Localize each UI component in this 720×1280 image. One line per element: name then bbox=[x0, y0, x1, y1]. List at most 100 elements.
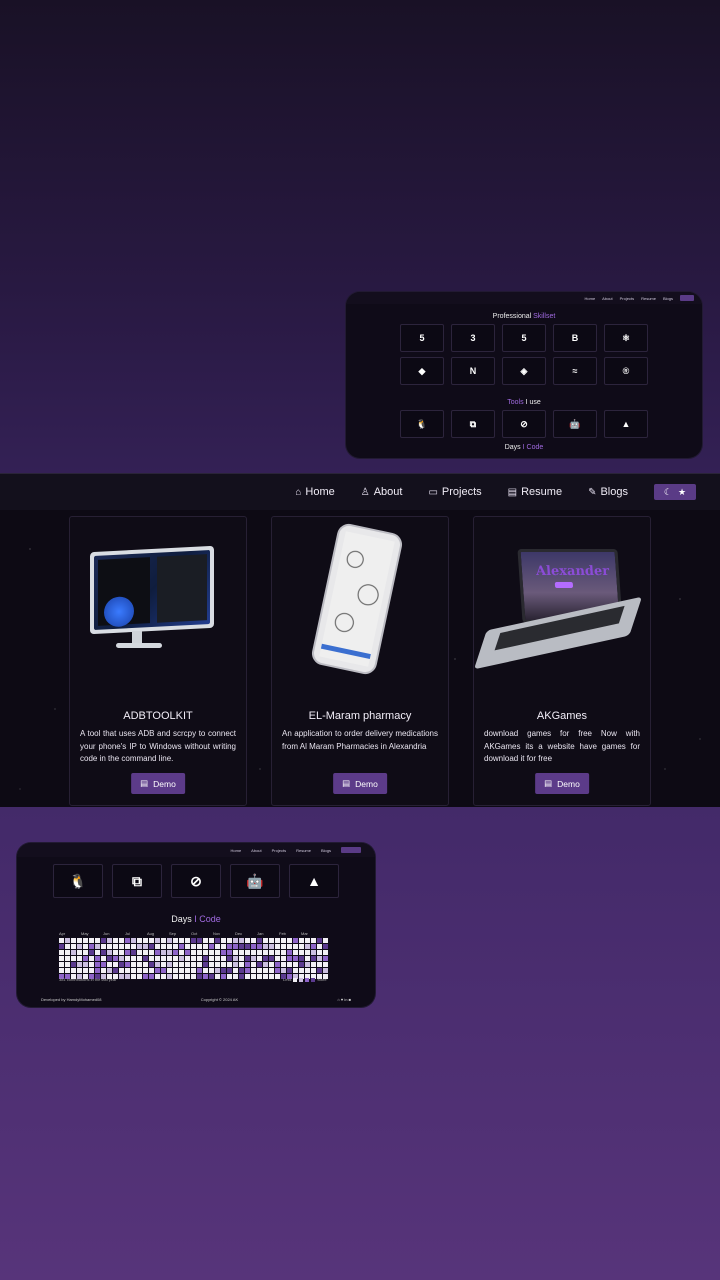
contribution-day bbox=[305, 944, 310, 949]
mini-nav-home[interactable]: Home bbox=[585, 296, 596, 301]
contribution-day bbox=[257, 944, 262, 949]
contribution-day bbox=[161, 974, 166, 979]
contribution-day bbox=[143, 956, 148, 961]
contribution-day bbox=[227, 944, 232, 949]
nav-projects[interactable]: ▭ Projects bbox=[428, 486, 481, 498]
contribution-day bbox=[221, 968, 226, 973]
theme-toggle[interactable]: ☾ ★ bbox=[654, 484, 696, 500]
contribution-day bbox=[233, 938, 238, 943]
contribution-day bbox=[269, 968, 274, 973]
contribution-day bbox=[311, 968, 316, 973]
contribution-day bbox=[233, 962, 238, 967]
contribution-day bbox=[263, 944, 268, 949]
vscode-icon: ⧉ bbox=[451, 410, 495, 438]
contribution-day bbox=[89, 938, 94, 943]
vscode-icon: ⧉ bbox=[112, 864, 162, 898]
contribution-day bbox=[119, 950, 124, 955]
contribution-day bbox=[143, 962, 148, 967]
contribution-day bbox=[257, 950, 262, 955]
skills-row-2: ◆ N ◈ ≈ ® bbox=[346, 357, 702, 385]
contribution-day bbox=[215, 968, 220, 973]
contribution-day bbox=[71, 962, 76, 967]
contribution-day bbox=[299, 938, 304, 943]
contribution-day bbox=[113, 950, 118, 955]
contribution-day bbox=[185, 956, 190, 961]
demo-button[interactable]: ▤ Demo bbox=[535, 773, 589, 794]
postman-icon: ⊘ bbox=[171, 864, 221, 898]
contribution-day bbox=[167, 974, 172, 979]
contribution-day bbox=[125, 950, 130, 955]
mini-nav-home[interactable]: Home bbox=[231, 848, 242, 853]
contribution-day bbox=[293, 956, 298, 961]
month-label: Apr bbox=[59, 931, 66, 936]
mini-theme-toggle[interactable] bbox=[341, 847, 361, 853]
contribution-day bbox=[119, 974, 124, 979]
contribution-day bbox=[251, 974, 256, 979]
mini-nav-resume[interactable]: Resume bbox=[641, 296, 656, 301]
demo-icon: ▤ bbox=[544, 778, 553, 788]
contribution-day bbox=[179, 944, 184, 949]
contribution-day bbox=[143, 944, 148, 949]
contribution-day bbox=[245, 968, 250, 973]
mini-nav-resume[interactable]: Resume bbox=[296, 848, 311, 853]
demo-button[interactable]: ▤ Demo bbox=[333, 773, 387, 794]
contribution-day bbox=[161, 962, 166, 967]
contribution-day bbox=[323, 938, 328, 943]
projects-section-screenshot: ⌂ Home ♙ About ▭ Projects ▤ Resume ✎ Blogs ☾ … bbox=[0, 473, 720, 807]
contribution-day bbox=[131, 974, 136, 979]
contribution-day bbox=[101, 944, 106, 949]
contribution-day bbox=[191, 944, 196, 949]
contribution-day bbox=[119, 944, 124, 949]
contribution-day bbox=[311, 956, 316, 961]
contribution-day bbox=[197, 956, 202, 961]
contribution-grid bbox=[59, 938, 329, 979]
mini-nav-about[interactable]: About bbox=[251, 848, 261, 853]
contribution-day bbox=[149, 950, 154, 955]
contribution-day bbox=[161, 950, 166, 955]
nav-resume[interactable]: ▤ Resume bbox=[508, 486, 562, 498]
contribution-day bbox=[311, 950, 316, 955]
demo-button[interactable]: ▤ Demo bbox=[131, 773, 185, 794]
contribution-day bbox=[305, 950, 310, 955]
mini-nav-projects[interactable]: Projects bbox=[620, 296, 634, 301]
contribution-day bbox=[137, 968, 142, 973]
contribution-day bbox=[257, 962, 262, 967]
mini-nav-about[interactable]: About bbox=[602, 296, 612, 301]
social-icons[interactable]: ⌂ ♥ in ■ bbox=[337, 997, 351, 1002]
contribution-day bbox=[149, 938, 154, 943]
contribution-day bbox=[71, 950, 76, 955]
contribution-day bbox=[227, 956, 232, 961]
git-icon: ◈ bbox=[502, 357, 546, 385]
nav-blogs[interactable]: ✎ Blogs bbox=[588, 486, 628, 498]
contribution-day bbox=[173, 974, 178, 979]
contribution-day bbox=[299, 944, 304, 949]
nav-about[interactable]: ♙ About bbox=[361, 486, 403, 498]
contribution-day bbox=[293, 950, 298, 955]
contribution-day bbox=[95, 956, 100, 961]
contribution-day bbox=[263, 974, 268, 979]
contribution-day bbox=[137, 974, 142, 979]
contribution-day bbox=[179, 956, 184, 961]
contribution-day bbox=[257, 956, 262, 961]
contribution-day bbox=[113, 938, 118, 943]
project-title: AKGames bbox=[536, 710, 588, 722]
mini-theme-toggle[interactable] bbox=[680, 295, 694, 301]
contribution-day bbox=[311, 944, 316, 949]
month-label: Sep bbox=[169, 931, 177, 936]
contribution-day bbox=[281, 968, 286, 973]
mini-nav-blogs[interactable]: Blogs bbox=[663, 296, 673, 301]
user-icon: ♙ bbox=[360, 486, 370, 498]
mini-nav-blogs[interactable]: Blogs bbox=[321, 848, 331, 853]
nav-home[interactable]: ⌂ Home bbox=[295, 486, 334, 498]
vercel-icon: ▲ bbox=[604, 410, 648, 438]
mini-nav-projects[interactable]: Projects bbox=[272, 848, 286, 853]
contribution-day bbox=[221, 944, 226, 949]
bootstrap-icon: B bbox=[553, 324, 597, 352]
contribution-day bbox=[209, 950, 214, 955]
contribution-day bbox=[203, 938, 208, 943]
contribution-day bbox=[137, 962, 142, 967]
contribution-day bbox=[137, 950, 142, 955]
navbar: ⌂ Home ♙ About ▭ Projects ▤ Resume ✎ Blogs ☾ … bbox=[0, 473, 720, 510]
contribution-day bbox=[125, 974, 130, 979]
contribution-day bbox=[149, 944, 154, 949]
